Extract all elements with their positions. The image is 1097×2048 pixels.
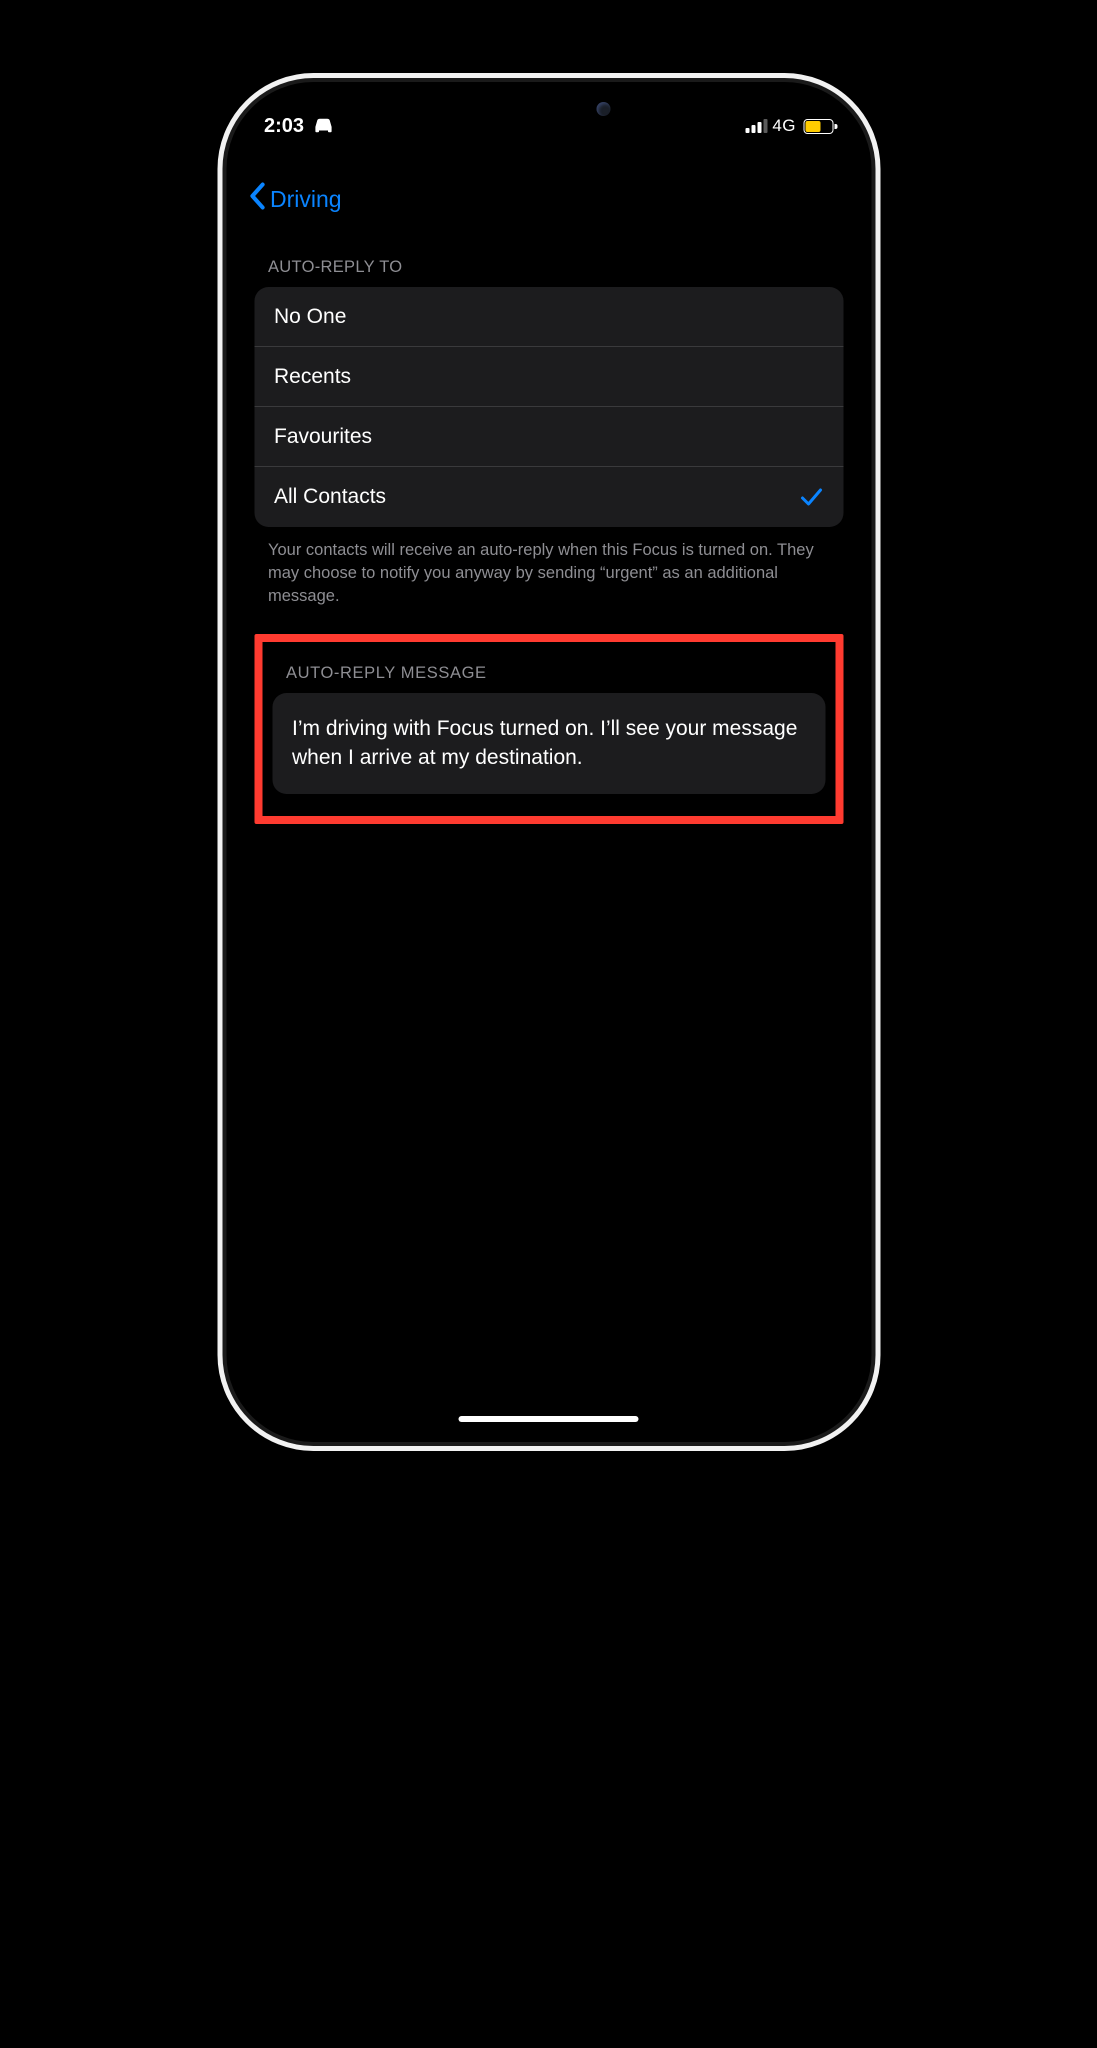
volume-down-button[interactable]: [217, 570, 220, 672]
battery-icon: [803, 119, 833, 134]
screen: 2:03 4G: [236, 92, 861, 1432]
cellular-signal-icon: [745, 119, 767, 133]
auto-reply-message-text: I’m driving with Focus turned on. I’ll s…: [292, 717, 797, 768]
chevron-left-icon: [248, 182, 266, 216]
auto-reply-message-field[interactable]: I’m driving with Focus turned on. I’ll s…: [272, 693, 825, 794]
network-type: 4G: [772, 116, 796, 136]
volume-up-button[interactable]: [217, 436, 220, 538]
auto-reply-option-recents[interactable]: Recents: [254, 347, 843, 407]
option-label: Favourites: [274, 425, 372, 449]
content: AUTO-REPLY TO No One Recents Favourites …: [236, 216, 861, 824]
home-indicator[interactable]: [459, 1416, 639, 1422]
auto-reply-option-no-one[interactable]: No One: [254, 287, 843, 347]
auto-reply-message-header: AUTO-REPLY MESSAGE: [272, 656, 825, 693]
auto-reply-to-footer: Your contacts will receive an auto-reply…: [254, 527, 843, 608]
power-button[interactable]: [877, 488, 880, 646]
option-label: No One: [274, 305, 346, 329]
back-label: Driving: [270, 186, 342, 213]
notch: [434, 92, 664, 128]
auto-reply-option-favourites[interactable]: Favourites: [254, 407, 843, 467]
back-button[interactable]: Driving: [248, 182, 849, 216]
clock: 2:03: [264, 115, 304, 138]
mute-switch[interactable]: [217, 348, 220, 394]
driving-focus-icon: [312, 117, 334, 135]
checkmark-icon: [799, 487, 823, 507]
option-label: Recents: [274, 365, 351, 389]
auto-reply-to-header: AUTO-REPLY TO: [254, 216, 843, 287]
phone-frame: 2:03 4G: [217, 73, 880, 1451]
option-label: All Contacts: [274, 485, 386, 509]
auto-reply-message-highlight: AUTO-REPLY MESSAGE I’m driving with Focu…: [254, 634, 843, 824]
auto-reply-to-group: No One Recents Favourites All Contacts: [254, 287, 843, 527]
navigation-bar: Driving: [236, 146, 861, 216]
auto-reply-option-all-contacts[interactable]: All Contacts: [254, 467, 843, 527]
